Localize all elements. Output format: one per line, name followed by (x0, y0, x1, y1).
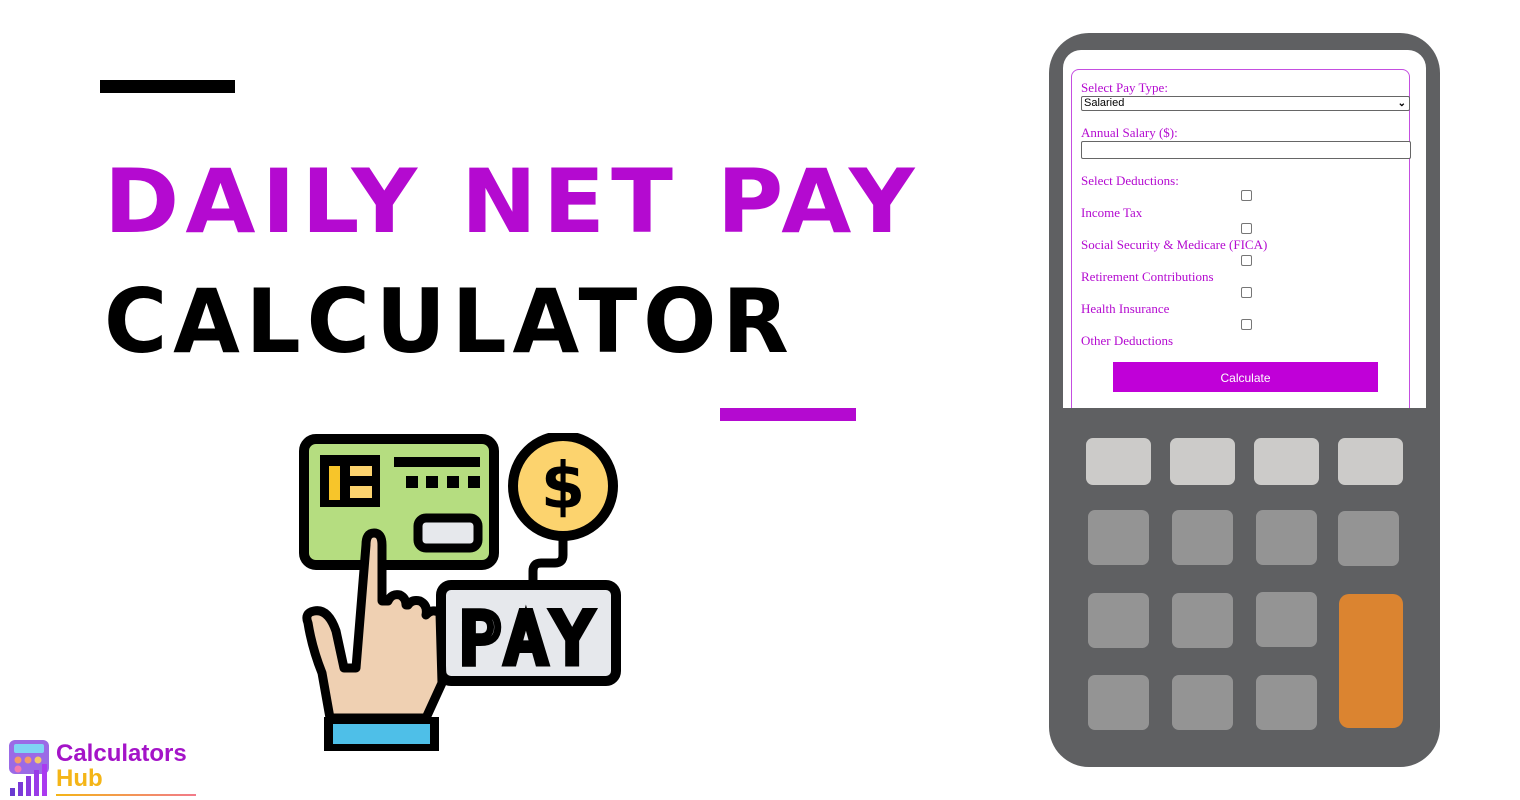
annual-salary-input[interactable] (1081, 141, 1411, 159)
pay-type-selected-value: Salaried (1084, 97, 1125, 109)
retirement-checkbox[interactable] (1241, 255, 1252, 266)
calculator-key (1088, 593, 1149, 648)
pay-type-label: Select Pay Type: (1081, 80, 1168, 95)
calculate-button[interactable]: Calculate (1113, 362, 1378, 392)
page-title-line-1: DAILY NET PAY (104, 150, 921, 253)
deductions-label: Select Deductions: (1081, 173, 1179, 188)
logo-text-calculators: Calculators (56, 740, 187, 767)
fica-checkbox[interactable] (1241, 223, 1252, 234)
calculator-key (1254, 438, 1319, 485)
income-tax-label: Income Tax (1081, 205, 1143, 220)
other-deductions-label: Other Deductions (1081, 333, 1174, 348)
calculator-key (1338, 511, 1399, 566)
calculator-key (1088, 675, 1149, 730)
sleeve-icon (333, 724, 430, 744)
calculator-screen: Select Pay Type: Salaried ⌄ Annual Salar… (1063, 50, 1426, 408)
decorative-bar-black (100, 80, 235, 93)
coin-symbol: $ (541, 450, 586, 524)
pay-calculator-form: Select Pay Type: Salaried ⌄ Annual Salar… (1071, 69, 1411, 408)
health-insurance-label: Health Insurance (1081, 301, 1170, 316)
health-insurance-checkbox[interactable] (1241, 287, 1252, 298)
calculator-key (1338, 438, 1403, 485)
annual-salary-label: Annual Salary ($): (1081, 125, 1178, 140)
fica-label: Social Security & Medicare (FICA) (1081, 237, 1268, 252)
page-title-line-2: CALCULATOR (104, 270, 795, 373)
pay-card-hand-icon: $ PAY (299, 433, 621, 751)
calculator-key (1088, 510, 1149, 565)
retirement-label: Retirement Contributions (1081, 269, 1214, 284)
calculator-key (1086, 438, 1151, 485)
pay-type-select[interactable]: Salaried ⌄ (1081, 96, 1410, 111)
calculator-key-equals (1339, 594, 1403, 728)
pay-sign-label: PAY (459, 598, 597, 680)
other-deductions-checkbox[interactable] (1241, 319, 1252, 330)
calculator-key (1172, 510, 1233, 565)
logo-underline (56, 794, 196, 796)
calculator-key (1170, 438, 1235, 485)
calculator-chart-logo-icon (9, 740, 49, 796)
calculator-key (1256, 510, 1317, 565)
logo-text-hub: Hub (56, 765, 103, 792)
calculator-key (1256, 592, 1317, 647)
calculator-key (1256, 675, 1317, 730)
income-tax-checkbox[interactable] (1241, 190, 1252, 201)
calculators-hub-logo[interactable]: Calculators Hub (6, 738, 196, 798)
chevron-down-icon: ⌄ (1397, 98, 1406, 109)
calculator-key (1172, 593, 1233, 648)
decorative-bar-purple (720, 408, 856, 421)
calculator-key (1172, 675, 1233, 730)
